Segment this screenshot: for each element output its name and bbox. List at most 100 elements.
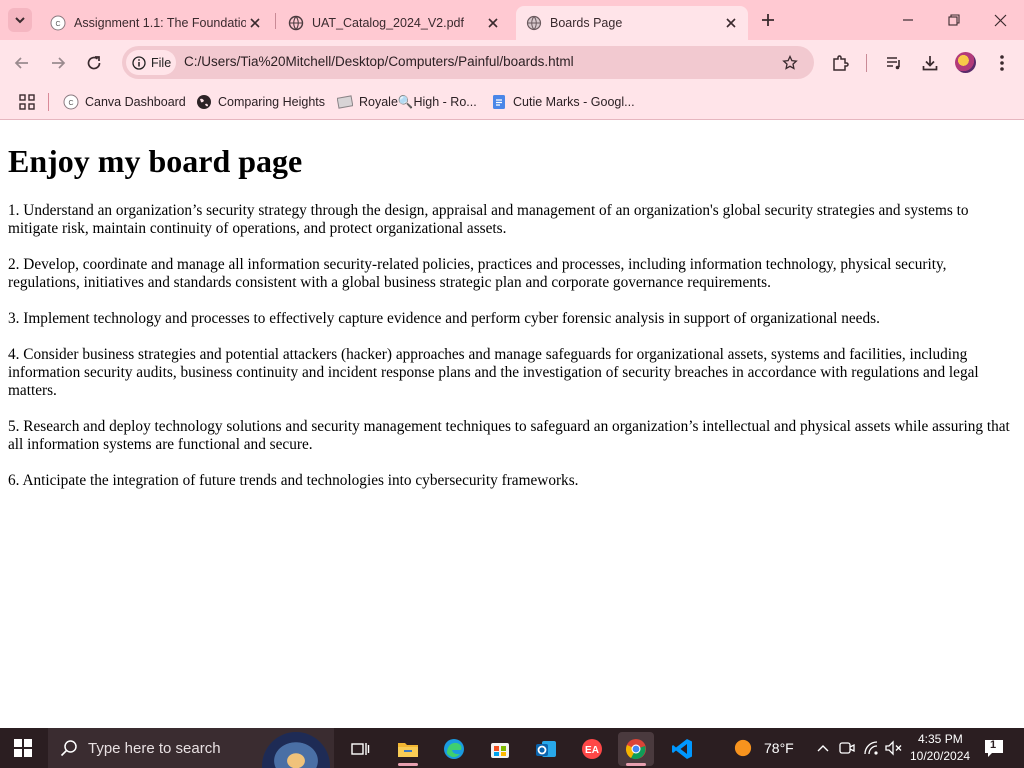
- bookmark-star-button[interactable]: [780, 53, 800, 73]
- minimize-icon: [903, 19, 913, 21]
- menu-button[interactable]: [991, 52, 1013, 74]
- reload-button[interactable]: [83, 52, 105, 74]
- tab-divider: [275, 13, 276, 29]
- board-item-3: 3. Implement technology and processes to…: [8, 310, 880, 327]
- globe-icon: [288, 15, 304, 31]
- close-window-button[interactable]: [990, 10, 1010, 30]
- board-item-2: 2. Develop, coordinate and manage all in…: [8, 256, 947, 291]
- weather-temperature[interactable]: 78°F: [764, 740, 794, 756]
- downloads-button[interactable]: [919, 52, 941, 74]
- chrome-button[interactable]: [618, 732, 654, 766]
- plus-icon: [762, 14, 774, 26]
- vscode-button[interactable]: [664, 732, 700, 766]
- star-icon: [782, 55, 798, 70]
- close-icon[interactable]: [722, 14, 740, 32]
- close-icon: [994, 14, 1006, 26]
- arrow-left-icon: [14, 57, 28, 69]
- new-tab-button[interactable]: [758, 10, 778, 30]
- notification-count: 1: [990, 739, 997, 751]
- globe-icon: [526, 15, 542, 31]
- tab-strip: C Assignment 1.1: The Foundation UAT_Cat…: [0, 0, 1024, 40]
- wifi-icon[interactable]: [862, 739, 880, 757]
- file-explorer-icon: [398, 743, 418, 757]
- chevron-up-icon: [817, 745, 829, 752]
- back-button[interactable]: [11, 52, 33, 74]
- apps-button[interactable]: [18, 93, 36, 111]
- taskbar-search-box[interactable]: Type here to search: [48, 728, 334, 768]
- store-button[interactable]: [482, 732, 518, 766]
- extensions-button[interactable]: [829, 52, 851, 74]
- svg-text:C: C: [68, 100, 73, 107]
- show-hidden-icons-button[interactable]: [814, 739, 832, 757]
- outlook-button[interactable]: [528, 732, 564, 766]
- bookmark-cutie-marks[interactable]: Cutie Marks - Googl...: [491, 92, 635, 112]
- bookmarks-bar: C Canva Dashboard Comparing Heights Roya…: [0, 85, 1024, 120]
- minimize-button[interactable]: [898, 10, 918, 30]
- tab-boards-page[interactable]: Boards Page: [516, 6, 748, 40]
- search-icon: [60, 739, 78, 757]
- url-text[interactable]: C:/Users/Tia%20Mitchell/Desktop/Computer…: [184, 54, 574, 69]
- close-icon[interactable]: [484, 14, 502, 32]
- clock-time[interactable]: 4:35 PM: [918, 732, 963, 746]
- more-vertical-icon: [1000, 55, 1004, 71]
- tab-uat-catalog[interactable]: UAT_Catalog_2024_V2.pdf: [278, 6, 510, 40]
- docs-icon: [491, 94, 507, 110]
- chrome-icon: [626, 739, 646, 760]
- bookmark-label: Royale🔍High - Ro...: [359, 94, 477, 109]
- bookmark-label: Cutie Marks - Googl...: [513, 95, 635, 109]
- chevron-down-icon: [15, 17, 25, 24]
- download-icon: [922, 56, 938, 71]
- forward-button[interactable]: [47, 52, 69, 74]
- page-title: Enjoy my board page: [8, 143, 303, 179]
- arrow-right-icon: [52, 57, 66, 69]
- image-icon: [337, 94, 353, 110]
- board-item-4: 4. Consider business strategies and pote…: [8, 346, 979, 399]
- canva-icon: C: [50, 15, 66, 31]
- apps-grid-icon: [19, 94, 35, 110]
- svg-text:C: C: [55, 21, 60, 28]
- volume-muted-icon[interactable]: [884, 739, 902, 757]
- tab-search-button[interactable]: [8, 8, 32, 32]
- address-bar[interactable]: File C:/Users/Tia%20Mitchell/Desktop/Com…: [122, 46, 814, 79]
- board-item-5: 5. Research and deploy technology soluti…: [8, 418, 1010, 453]
- vscode-icon: [672, 739, 692, 759]
- toolbar-divider: [866, 54, 867, 72]
- file-chip-label: File: [151, 55, 172, 70]
- board-item-6: 6. Anticipate the integration of future …: [8, 472, 579, 489]
- edge-icon: [444, 739, 464, 759]
- bookmark-label: Canva Dashboard: [85, 95, 186, 109]
- bookmark-royale-high[interactable]: Royale🔍High - Ro...: [337, 92, 477, 112]
- ea-icon: EA: [582, 739, 602, 759]
- restore-button[interactable]: [944, 10, 964, 30]
- reload-icon: [87, 56, 101, 70]
- ea-app-button[interactable]: EA: [574, 732, 610, 766]
- task-view-icon: [351, 743, 370, 755]
- notification-center-button[interactable]: 1: [984, 738, 1004, 758]
- media-control-button[interactable]: [883, 52, 905, 74]
- weather-icon[interactable]: [734, 739, 752, 757]
- profile-avatar[interactable]: [955, 52, 976, 73]
- svg-text:EA: EA: [585, 745, 599, 756]
- edge-button[interactable]: [436, 732, 472, 766]
- task-view-button[interactable]: [342, 732, 378, 766]
- info-icon: [132, 55, 146, 70]
- bookmark-label: Comparing Heights: [218, 95, 325, 109]
- restore-icon: [948, 14, 960, 26]
- tab-assignment[interactable]: C Assignment 1.1: The Foundation: [40, 6, 272, 40]
- globe-icon: [196, 94, 212, 110]
- outlook-icon: [536, 741, 556, 757]
- store-icon: [491, 743, 509, 758]
- start-button[interactable]: [14, 739, 32, 757]
- site-info-chip[interactable]: File: [126, 50, 176, 75]
- clock-date[interactable]: 10/20/2024: [910, 749, 970, 763]
- close-icon[interactable]: [246, 14, 264, 32]
- board-item-1: 1. Understand an organization’s security…: [8, 202, 969, 237]
- running-indicator: [626, 763, 646, 766]
- bookmark-canva-dashboard[interactable]: C Canva Dashboard: [63, 92, 186, 112]
- file-explorer-button[interactable]: [390, 732, 426, 766]
- search-highlight-image: [262, 732, 330, 768]
- page-viewport: Enjoy my board page 1. Understand an org…: [0, 121, 1024, 728]
- search-placeholder: Type here to search: [88, 739, 221, 757]
- meet-now-icon[interactable]: [838, 739, 856, 757]
- bookmark-comparing-heights[interactable]: Comparing Heights: [196, 92, 325, 112]
